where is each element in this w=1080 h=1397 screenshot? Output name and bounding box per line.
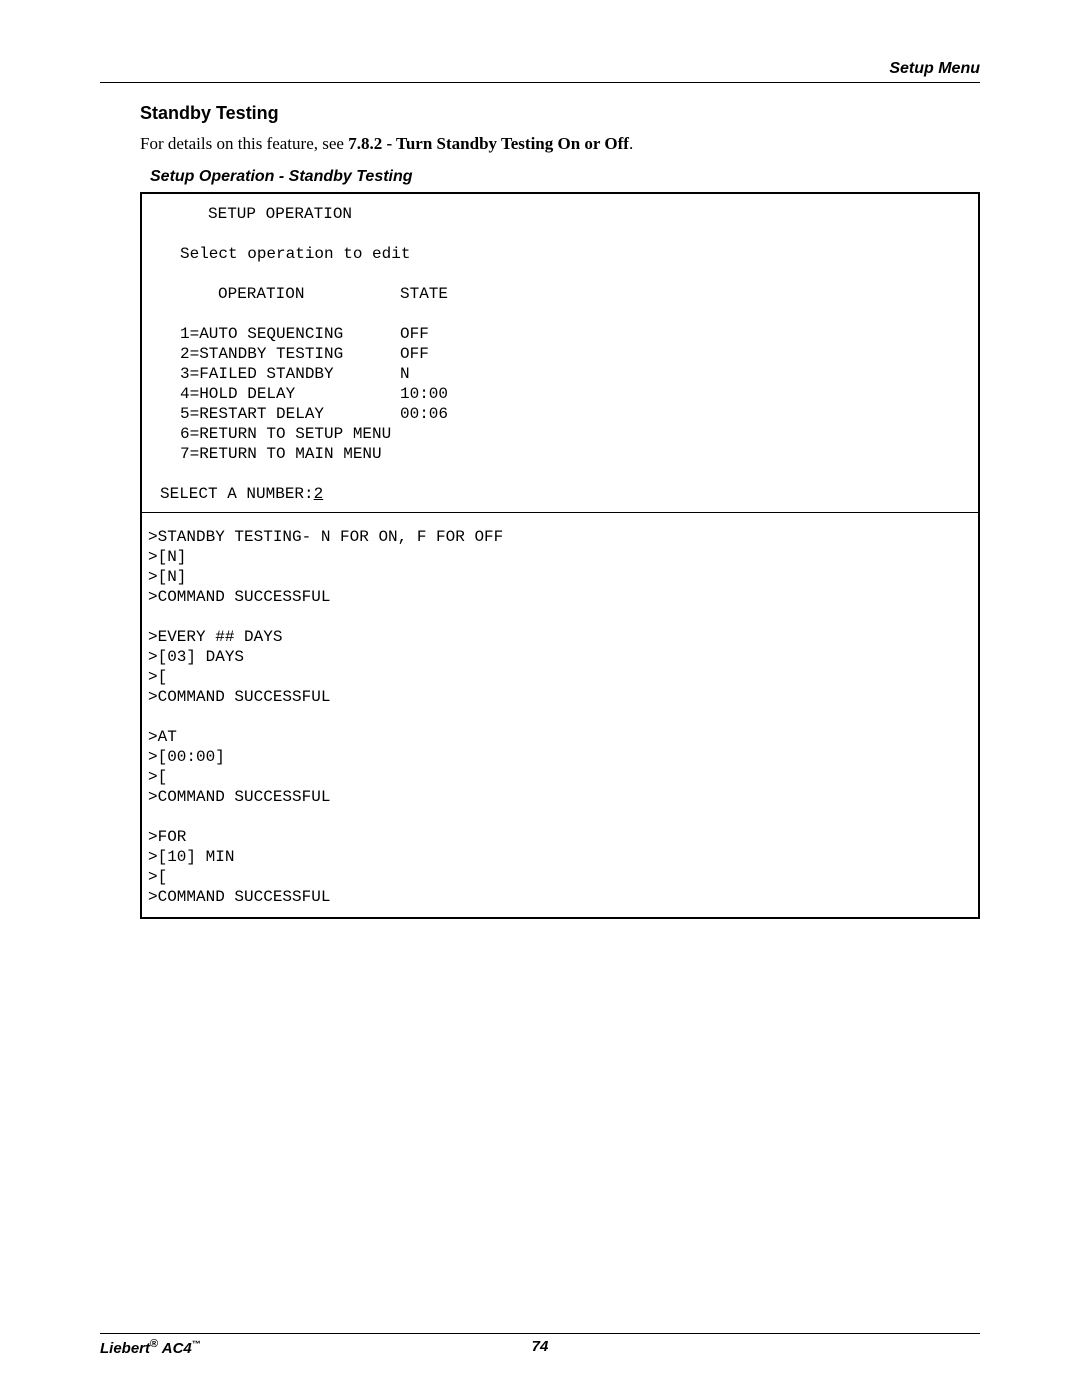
op-state: N (400, 364, 410, 384)
terminal-row: 4=HOLD DELAY10:00 (156, 384, 964, 404)
terminal-subtitle: Select operation to edit (156, 244, 964, 264)
header-section-label: Setup Menu (889, 60, 980, 77)
terminal-row: 5=RESTART DELAY00:06 (156, 404, 964, 424)
op-state: OFF (400, 344, 429, 364)
op-label: 7=RETURN TO MAIN MENU (180, 444, 400, 464)
select-value: 2 (314, 485, 324, 503)
terminal-row: 3=FAILED STANDBYN (156, 364, 964, 384)
terminal-session: >STANDBY TESTING- N FOR ON, F FOR OFF >[… (142, 513, 978, 917)
terminal-row: 1=AUTO SEQUENCINGOFF (156, 324, 964, 344)
select-label: SELECT A NUMBER: (160, 485, 314, 503)
op-label: 3=FAILED STANDBY (180, 364, 400, 384)
select-prompt: SELECT A NUMBER:2 (156, 484, 964, 504)
op-state: OFF (400, 324, 429, 344)
figure-caption: Setup Operation - Standby Testing (140, 168, 980, 186)
terminal-row: 6=RETURN TO SETUP MENU (156, 424, 964, 444)
page-footer: 74 Liebert® AC4™ (100, 1333, 980, 1357)
op-label: 4=HOLD DELAY (180, 384, 400, 404)
op-label: 1=AUTO SEQUENCING (180, 324, 400, 344)
terminal-row: 7=RETURN TO MAIN MENU (156, 444, 964, 464)
op-state: 00:06 (400, 404, 448, 424)
page-header: Setup Menu (100, 60, 980, 83)
section-title: Standby Testing (140, 103, 980, 124)
col-header-state: STATE (400, 284, 448, 304)
intro-suffix: . (629, 134, 633, 153)
op-label: 5=RESTART DELAY (180, 404, 400, 424)
col-header-operation: OPERATION (180, 284, 400, 304)
op-label: 2=STANDBY TESTING (180, 344, 400, 364)
terminal-row: 2=STANDBY TESTINGOFF (156, 344, 964, 364)
op-label: 6=RETURN TO SETUP MENU (180, 424, 400, 444)
intro-xref: 7.8.2 - Turn Standby Testing On or Off (348, 134, 629, 153)
intro-paragraph: For details on this feature, see 7.8.2 -… (140, 134, 980, 154)
intro-prefix: For details on this feature, see (140, 134, 348, 153)
terminal-screenshot: SETUP OPERATION Select operation to edit… (140, 192, 980, 919)
page-number: 74 (100, 1338, 980, 1355)
terminal-title: SETUP OPERATION (156, 204, 964, 224)
terminal-column-headers: OPERATION STATE (156, 284, 964, 304)
op-state: 10:00 (400, 384, 448, 404)
